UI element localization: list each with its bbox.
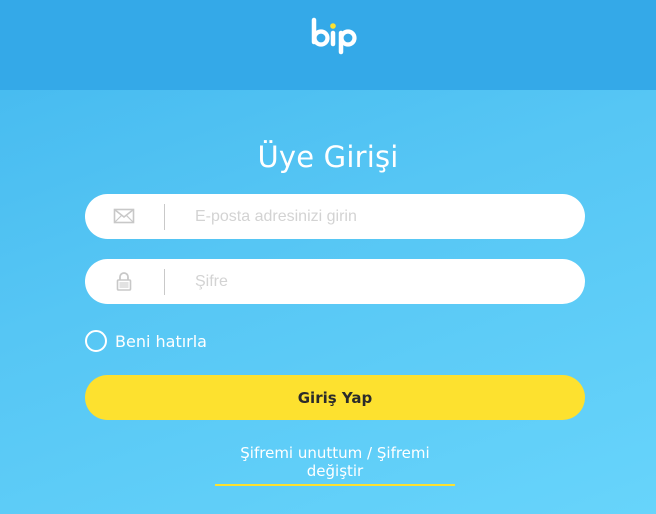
header-bar (0, 0, 656, 90)
password-input[interactable] (195, 259, 565, 304)
remember-me-toggle[interactable]: Beni hatırla (85, 329, 207, 353)
link-separator: / (362, 444, 377, 462)
password-field-divider (164, 269, 165, 295)
remember-me-radio[interactable] (85, 330, 107, 352)
forgot-password-link[interactable]: Şifremi unuttum (240, 444, 362, 462)
email-field[interactable] (85, 194, 585, 239)
password-links: Şifremi unuttum / Şifremi değiştir (215, 444, 455, 486)
password-field[interactable] (85, 259, 585, 304)
login-button[interactable]: Giriş Yap (85, 375, 585, 420)
envelope-icon (113, 208, 135, 224)
lock-icon (116, 272, 132, 291)
remember-me-label: Beni hatırla (115, 331, 207, 351)
email-input[interactable] (195, 194, 565, 239)
bip-logo (311, 17, 357, 55)
email-field-divider (164, 204, 165, 230)
page-title: Üye Girişi (257, 140, 399, 174)
